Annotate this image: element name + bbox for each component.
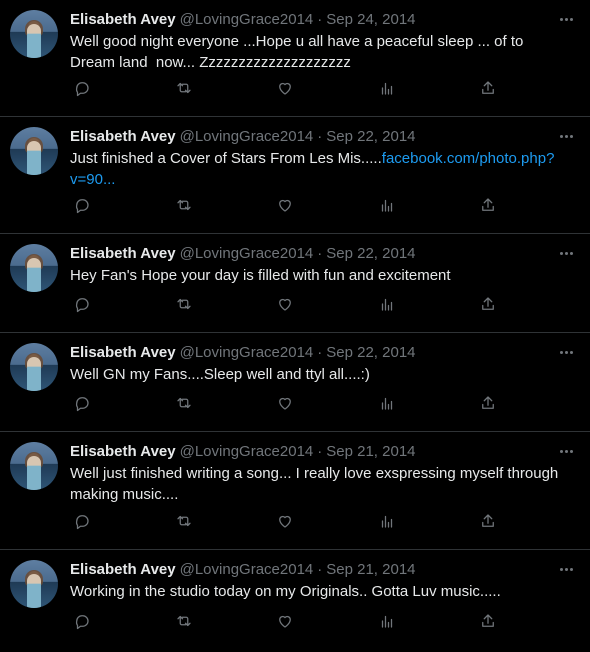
tweet[interactable]: Elisabeth Avey @LovingGrace2014 · Sep 21… <box>0 550 590 649</box>
tweet-actions <box>70 509 500 533</box>
reply-icon[interactable] <box>70 76 94 100</box>
author-name[interactable]: Elisabeth Avey <box>70 343 176 362</box>
tweet-actions <box>70 391 500 415</box>
tweet-header: Elisabeth Avey @LovingGrace2014 · Sep 24… <box>70 10 574 29</box>
separator-dot: · <box>317 443 323 460</box>
tweet-header: Elisabeth Avey @LovingGrace2014 · Sep 22… <box>70 127 574 146</box>
tweet-text-body: Hey Fan's Hope your day is filled with f… <box>70 267 451 284</box>
retweet-icon[interactable] <box>172 509 196 533</box>
tweet-header: Elisabeth Avey @LovingGrace2014 · Sep 22… <box>70 343 574 362</box>
tweet-text-body: Just finished a Cover of Stars From Les … <box>70 150 382 167</box>
avatar[interactable] <box>10 343 58 391</box>
reply-icon[interactable] <box>70 391 94 415</box>
tweet[interactable]: Elisabeth Avey @LovingGrace2014 · Sep 22… <box>0 117 590 234</box>
tweet-date[interactable]: Sep 22, 2014 <box>326 343 415 362</box>
tweet-text-body: Well good night everyone ...Hope u all h… <box>70 33 528 71</box>
like-icon[interactable] <box>273 509 297 533</box>
tweet-text-body: Well just finished writing a song... I r… <box>70 465 563 503</box>
share-icon[interactable] <box>476 76 500 100</box>
share-icon[interactable] <box>476 292 500 316</box>
author-name[interactable]: Elisabeth Avey <box>70 127 176 146</box>
tweet-actions <box>70 193 500 217</box>
separator-dot: · <box>317 561 323 578</box>
tweet-text: Just finished a Cover of Stars From Les … <box>70 148 570 190</box>
tweet[interactable]: Elisabeth Avey @LovingGrace2014 · Sep 24… <box>0 0 590 117</box>
author-name[interactable]: Elisabeth Avey <box>70 442 176 461</box>
share-icon[interactable] <box>476 609 500 633</box>
tweet-date[interactable]: Sep 21, 2014 <box>326 442 415 461</box>
views-icon[interactable] <box>375 609 399 633</box>
more-icon[interactable] <box>556 345 576 359</box>
author-handle[interactable]: @LovingGrace2014 <box>180 560 314 579</box>
separator-dot: · <box>317 245 323 262</box>
like-icon[interactable] <box>273 609 297 633</box>
avatar[interactable] <box>10 244 58 292</box>
separator-dot: · <box>317 128 323 145</box>
author-handle[interactable]: @LovingGrace2014 <box>180 127 314 146</box>
retweet-icon[interactable] <box>172 292 196 316</box>
author-handle[interactable]: @LovingGrace2014 <box>180 244 314 263</box>
more-icon[interactable] <box>556 444 576 458</box>
reply-icon[interactable] <box>70 292 94 316</box>
like-icon[interactable] <box>273 292 297 316</box>
author-name[interactable]: Elisabeth Avey <box>70 10 176 29</box>
more-icon[interactable] <box>556 12 576 26</box>
timeline: Elisabeth Avey @LovingGrace2014 · Sep 24… <box>0 0 590 649</box>
share-icon[interactable] <box>476 193 500 217</box>
tweet-actions <box>70 76 500 100</box>
share-icon[interactable] <box>476 391 500 415</box>
tweet-text-body: Working in the studio today on my Origin… <box>70 583 501 600</box>
retweet-icon[interactable] <box>172 76 196 100</box>
views-icon[interactable] <box>375 76 399 100</box>
share-icon[interactable] <box>476 509 500 533</box>
tweet[interactable]: Elisabeth Avey @LovingGrace2014 · Sep 22… <box>0 234 590 333</box>
retweet-icon[interactable] <box>172 391 196 415</box>
views-icon[interactable] <box>375 509 399 533</box>
tweet-header: Elisabeth Avey @LovingGrace2014 · Sep 21… <box>70 442 574 461</box>
tweet-date[interactable]: Sep 24, 2014 <box>326 10 415 29</box>
more-icon[interactable] <box>556 246 576 260</box>
author-handle[interactable]: @LovingGrace2014 <box>180 442 314 461</box>
tweet-text: Working in the studio today on my Origin… <box>70 581 570 602</box>
tweet[interactable]: Elisabeth Avey @LovingGrace2014 · Sep 22… <box>0 333 590 432</box>
author-name[interactable]: Elisabeth Avey <box>70 244 176 263</box>
tweet-actions <box>70 609 500 633</box>
author-handle[interactable]: @LovingGrace2014 <box>180 343 314 362</box>
tweet-text: Well just finished writing a song... I r… <box>70 463 570 505</box>
views-icon[interactable] <box>375 193 399 217</box>
tweet-text: Hey Fan's Hope your day is filled with f… <box>70 265 570 286</box>
author-handle[interactable]: @LovingGrace2014 <box>180 10 314 29</box>
tweet-date[interactable]: Sep 21, 2014 <box>326 560 415 579</box>
avatar[interactable] <box>10 442 58 490</box>
more-icon[interactable] <box>556 562 576 576</box>
separator-dot: · <box>317 11 323 28</box>
views-icon[interactable] <box>375 391 399 415</box>
avatar[interactable] <box>10 10 58 58</box>
retweet-icon[interactable] <box>172 193 196 217</box>
tweet-header: Elisabeth Avey @LovingGrace2014 · Sep 22… <box>70 244 574 263</box>
retweet-icon[interactable] <box>172 609 196 633</box>
author-name[interactable]: Elisabeth Avey <box>70 560 176 579</box>
reply-icon[interactable] <box>70 609 94 633</box>
avatar[interactable] <box>10 127 58 175</box>
tweet-header: Elisabeth Avey @LovingGrace2014 · Sep 21… <box>70 560 574 579</box>
more-icon[interactable] <box>556 129 576 143</box>
tweet-date[interactable]: Sep 22, 2014 <box>326 127 415 146</box>
tweet[interactable]: Elisabeth Avey @LovingGrace2014 · Sep 21… <box>0 432 590 550</box>
avatar[interactable] <box>10 560 58 608</box>
views-icon[interactable] <box>375 292 399 316</box>
tweet-text: Well GN my Fans....Sleep well and ttyl a… <box>70 364 570 385</box>
reply-icon[interactable] <box>70 193 94 217</box>
tweet-text: Well good night everyone ...Hope u all h… <box>70 31 570 73</box>
separator-dot: · <box>317 344 323 361</box>
tweet-text-body: Well GN my Fans....Sleep well and ttyl a… <box>70 366 370 383</box>
like-icon[interactable] <box>273 193 297 217</box>
tweet-actions <box>70 292 500 316</box>
reply-icon[interactable] <box>70 509 94 533</box>
tweet-date[interactable]: Sep 22, 2014 <box>326 244 415 263</box>
like-icon[interactable] <box>273 76 297 100</box>
like-icon[interactable] <box>273 391 297 415</box>
